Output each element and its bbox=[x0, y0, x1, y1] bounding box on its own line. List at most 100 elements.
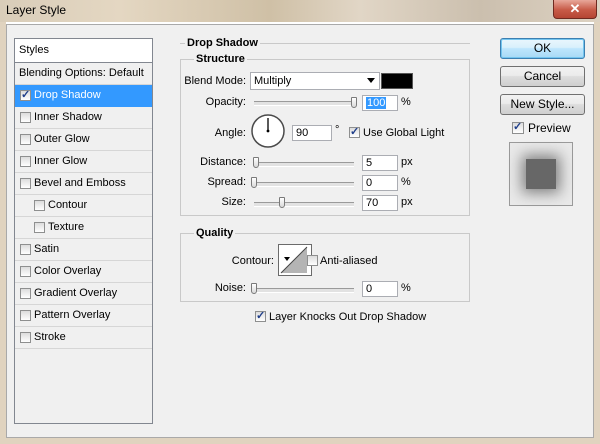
layer-knocks-out-checkbox[interactable] bbox=[255, 309, 266, 322]
styles-item-label: Outer Glow bbox=[34, 133, 90, 145]
angle-input[interactable]: 90 bbox=[292, 125, 332, 141]
styles-list: Styles Blending Options: Default Drop Sha… bbox=[14, 38, 153, 424]
styles-item-label: Stroke bbox=[34, 331, 66, 343]
styles-item-checkbox[interactable] bbox=[34, 200, 45, 211]
spread-slider-track[interactable] bbox=[254, 182, 354, 187]
styles-item-label: Gradient Overlay bbox=[34, 287, 118, 299]
noise-slider-thumb[interactable] bbox=[251, 283, 257, 294]
styles-item-label: Drop Shadow bbox=[34, 89, 101, 101]
use-global-light-label[interactable]: Use Global Light bbox=[363, 127, 444, 139]
blend-mode-label: Blend Mode: bbox=[184, 75, 246, 87]
preview-label[interactable]: Preview bbox=[528, 121, 571, 135]
styles-item[interactable]: Texture bbox=[15, 217, 152, 239]
noise-value: 0 bbox=[366, 283, 373, 295]
noise-label: Noise: bbox=[214, 282, 246, 294]
use-global-light-checkbox[interactable] bbox=[349, 125, 360, 138]
styles-item-checkbox[interactable] bbox=[20, 88, 31, 101]
size-slider-thumb[interactable] bbox=[279, 197, 285, 208]
contour-label: Contour: bbox=[231, 255, 274, 267]
angle-dial[interactable] bbox=[250, 113, 286, 149]
size-label: Size: bbox=[221, 196, 246, 208]
styles-header[interactable]: Styles bbox=[15, 39, 152, 63]
layer-knocks-out-label[interactable]: Layer Knocks Out Drop Shadow bbox=[269, 311, 426, 323]
styles-item-checkbox[interactable] bbox=[20, 332, 31, 343]
new-style-button[interactable]: New Style... bbox=[500, 94, 585, 115]
styles-item[interactable]: Satin bbox=[15, 239, 152, 261]
styles-item[interactable]: Color Overlay bbox=[15, 261, 152, 283]
noise-slider-track[interactable] bbox=[254, 288, 354, 293]
styles-item[interactable]: Drop Shadow bbox=[15, 85, 152, 107]
blend-mode-value: Multiply bbox=[254, 75, 292, 87]
noise-unit: % bbox=[401, 282, 411, 294]
contour-dropdown-arrow-icon[interactable] bbox=[284, 257, 290, 261]
angle-value: 90 bbox=[296, 127, 309, 139]
anti-aliased-checkbox[interactable] bbox=[307, 255, 318, 266]
title-bar[interactable]: Layer Style ✕ bbox=[0, 0, 600, 22]
size-unit: px bbox=[401, 196, 413, 208]
window-frame-bottom bbox=[0, 438, 600, 444]
styles-item-checkbox[interactable] bbox=[20, 156, 31, 167]
distance-slider-thumb[interactable] bbox=[253, 157, 259, 168]
angle-unit: ° bbox=[335, 124, 340, 136]
spread-unit: % bbox=[401, 176, 411, 188]
styles-item[interactable]: Stroke bbox=[15, 327, 152, 349]
distance-label: Distance: bbox=[200, 156, 246, 168]
opacity-label: Opacity: bbox=[205, 96, 246, 108]
spread-label: Spread: bbox=[207, 176, 246, 188]
styles-item-checkbox[interactable] bbox=[20, 112, 31, 123]
styles-item[interactable]: Pattern Overlay bbox=[15, 305, 152, 327]
styles-item-checkbox[interactable] bbox=[20, 244, 31, 255]
styles-item-label: Inner Shadow bbox=[34, 111, 102, 123]
window-frame-right bbox=[594, 22, 600, 444]
cancel-button[interactable]: Cancel bbox=[500, 66, 585, 87]
quality-heading: Quality bbox=[194, 227, 236, 239]
structure-heading: Structure bbox=[194, 53, 247, 65]
styles-item-label: Texture bbox=[48, 221, 85, 233]
opacity-unit: % bbox=[401, 96, 411, 108]
chevron-down-icon bbox=[367, 78, 375, 83]
distance-value: 5 bbox=[366, 157, 373, 169]
noise-input[interactable]: 0 bbox=[362, 281, 398, 297]
styles-item[interactable]: Gradient Overlay bbox=[15, 283, 152, 305]
ok-button[interactable]: OK bbox=[500, 38, 585, 59]
distance-input[interactable]: 5 bbox=[362, 155, 398, 171]
opacity-value: 100 bbox=[366, 97, 387, 109]
preview-swatch bbox=[526, 159, 556, 189]
angle-label: Angle: bbox=[214, 127, 246, 139]
styles-item-label: Pattern Overlay bbox=[34, 309, 111, 321]
styles-item-checkbox[interactable] bbox=[34, 222, 45, 233]
opacity-slider-track[interactable] bbox=[254, 101, 354, 106]
preview-checkbox[interactable] bbox=[512, 120, 524, 134]
size-slider-track[interactable] bbox=[254, 202, 354, 207]
spread-input[interactable]: 0 bbox=[362, 175, 398, 191]
styles-item-label: Blending Options: Default bbox=[19, 67, 144, 79]
window-title: Layer Style bbox=[6, 3, 67, 17]
styles-item-label: Bevel and Emboss bbox=[34, 177, 126, 189]
styles-item[interactable]: Contour bbox=[15, 195, 152, 217]
close-button[interactable]: ✕ bbox=[553, 0, 597, 19]
styles-item-label: Color Overlay bbox=[34, 265, 102, 277]
style-preview bbox=[509, 142, 573, 206]
opacity-slider-thumb[interactable] bbox=[351, 97, 357, 108]
spread-value: 0 bbox=[366, 177, 373, 189]
drop-shadow-heading: Drop Shadow bbox=[185, 37, 260, 49]
styles-item[interactable]: Outer Glow bbox=[15, 129, 152, 151]
size-input[interactable]: 70 bbox=[362, 195, 398, 211]
styles-item-label: Contour bbox=[48, 199, 88, 211]
shadow-color-swatch[interactable] bbox=[381, 73, 413, 89]
styles-item-checkbox[interactable] bbox=[20, 310, 31, 321]
styles-item[interactable]: Bevel and Emboss bbox=[15, 173, 152, 195]
distance-slider-track[interactable] bbox=[254, 162, 354, 167]
styles-item-checkbox[interactable] bbox=[20, 178, 31, 189]
blend-mode-select[interactable]: Multiply bbox=[250, 72, 380, 90]
opacity-input[interactable]: 100 bbox=[362, 95, 398, 111]
styles-item-checkbox[interactable] bbox=[20, 288, 31, 299]
anti-aliased-label[interactable]: Anti-aliased bbox=[320, 255, 377, 267]
styles-item[interactable]: Inner Shadow bbox=[15, 107, 152, 129]
styles-header-label: Styles bbox=[19, 44, 49, 56]
styles-item-checkbox[interactable] bbox=[20, 266, 31, 277]
spread-slider-thumb[interactable] bbox=[251, 177, 257, 188]
styles-item[interactable]: Blending Options: Default bbox=[15, 63, 152, 85]
styles-item[interactable]: Inner Glow bbox=[15, 151, 152, 173]
styles-item-checkbox[interactable] bbox=[20, 134, 31, 145]
